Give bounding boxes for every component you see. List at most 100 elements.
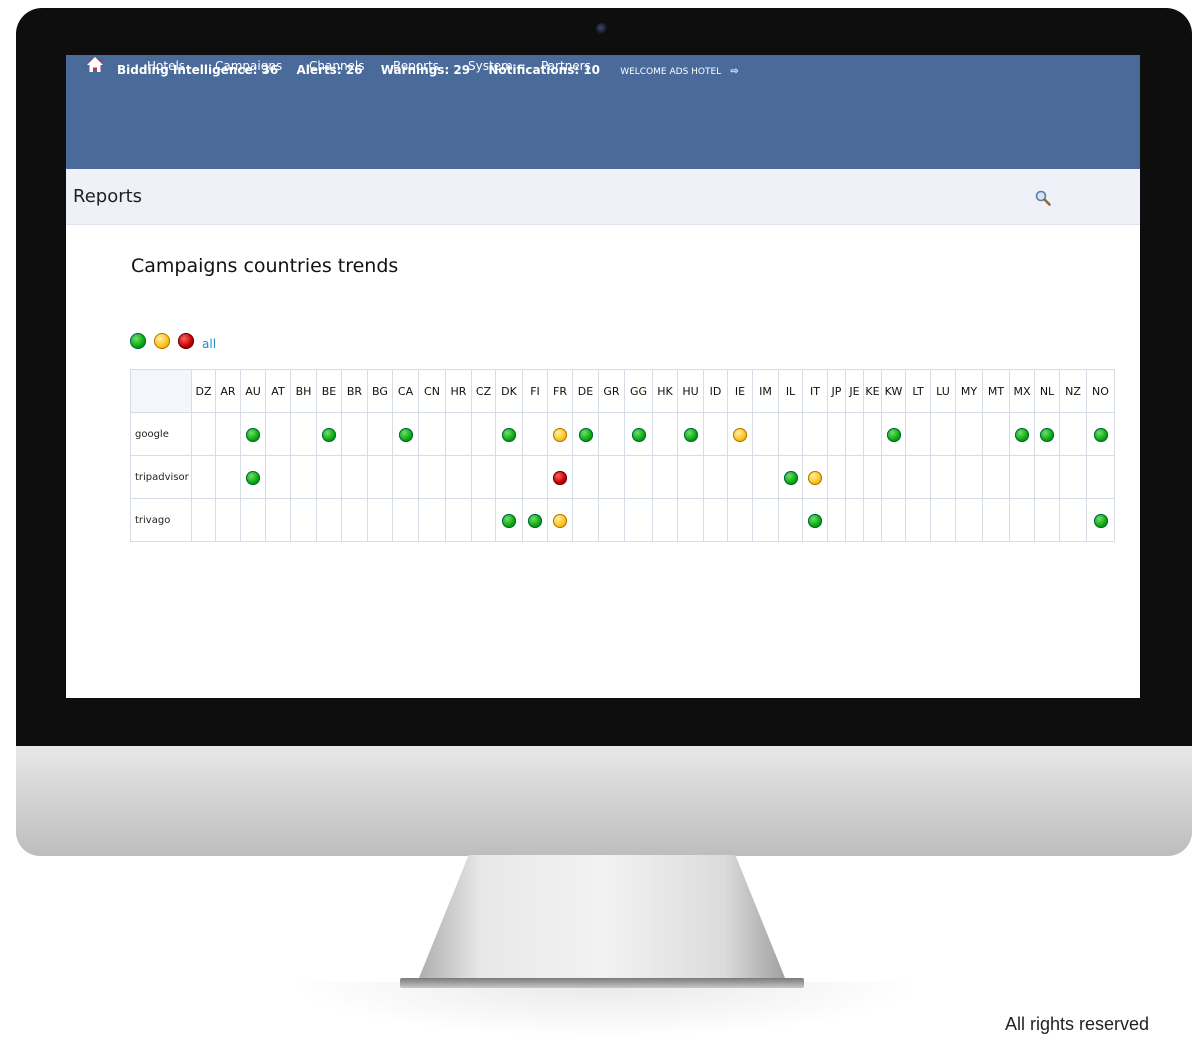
nav-item-partners[interactable]: Partners bbox=[541, 59, 591, 73]
trend-cell bbox=[778, 412, 803, 456]
home-icon[interactable] bbox=[86, 56, 104, 74]
trend-cell bbox=[1009, 455, 1035, 499]
country-header-cz: CZ bbox=[471, 369, 496, 413]
trend-cell bbox=[955, 498, 983, 542]
trend-cell bbox=[881, 498, 906, 542]
nav-item-system[interactable]: System bbox=[468, 59, 513, 73]
trend-cell bbox=[752, 498, 779, 542]
trend-cell bbox=[930, 455, 956, 499]
green-status-icon[interactable] bbox=[502, 514, 516, 528]
monitor-stand-base bbox=[400, 978, 804, 988]
trend-cell bbox=[930, 412, 956, 456]
table-header-row: DZ AR AU AT BH BE BR BG CA CN HR CZ DK FI FR DE GR GG HK HU… bbox=[130, 369, 1115, 413]
country-header-jp: JP bbox=[827, 369, 846, 413]
trend-cell bbox=[265, 498, 291, 542]
nav-item-hotels[interactable]: Hotels bbox=[147, 59, 185, 73]
trend-cell bbox=[982, 412, 1010, 456]
trend-cell bbox=[863, 455, 882, 499]
trend-cell bbox=[598, 498, 625, 542]
country-header-au: AU bbox=[240, 369, 266, 413]
trend-cell bbox=[290, 498, 317, 542]
country-header-id: ID bbox=[703, 369, 728, 413]
trend-cell bbox=[1086, 412, 1115, 456]
country-header-cn: CN bbox=[418, 369, 446, 413]
trend-cell bbox=[367, 412, 393, 456]
trend-cell bbox=[845, 455, 864, 499]
trend-cell bbox=[703, 412, 728, 456]
green-status-icon[interactable] bbox=[578, 428, 593, 442]
green-status-icon[interactable] bbox=[246, 428, 260, 442]
yellow-status-icon[interactable] bbox=[553, 514, 567, 528]
trend-cell bbox=[778, 498, 803, 542]
nav-item-campaigns[interactable]: Campaigns bbox=[215, 59, 282, 73]
green-status-icon[interactable] bbox=[1093, 514, 1108, 528]
channel-label: tripadvisor bbox=[130, 455, 192, 499]
trend-cell bbox=[418, 455, 446, 499]
green-status-icon[interactable] bbox=[1040, 428, 1054, 442]
trend-cell bbox=[881, 455, 906, 499]
trend-cell bbox=[845, 412, 864, 456]
country-header-de: DE bbox=[572, 369, 599, 413]
country-header-lu: LU bbox=[930, 369, 956, 413]
trend-cell bbox=[240, 412, 266, 456]
trend-cell bbox=[827, 455, 846, 499]
all-filter-link[interactable]: all bbox=[202, 337, 216, 351]
trend-cell bbox=[572, 455, 599, 499]
trend-cell bbox=[802, 498, 828, 542]
country-header-ke: KE bbox=[863, 369, 882, 413]
country-header-dz: DZ bbox=[191, 369, 216, 413]
green-status-icon[interactable] bbox=[528, 514, 542, 528]
green-status-icon[interactable] bbox=[683, 428, 698, 442]
trend-cell bbox=[341, 412, 368, 456]
country-header-ca: CA bbox=[392, 369, 419, 413]
table-row: google bbox=[130, 412, 1115, 456]
red-filter-icon[interactable] bbox=[178, 333, 194, 349]
country-header-hu: HU bbox=[677, 369, 704, 413]
trend-cell bbox=[1034, 498, 1060, 542]
yellow-status-icon[interactable] bbox=[553, 428, 567, 442]
country-header-je: JE bbox=[845, 369, 864, 413]
yellow-status-icon[interactable] bbox=[808, 471, 822, 485]
trend-cell bbox=[624, 498, 653, 542]
trend-cell bbox=[522, 498, 548, 542]
camera-icon bbox=[596, 23, 608, 35]
yellow-status-icon[interactable] bbox=[733, 428, 747, 442]
trend-cell bbox=[316, 412, 342, 456]
logout-icon[interactable]: ⇨ bbox=[730, 66, 738, 77]
green-status-icon[interactable] bbox=[398, 428, 413, 442]
trend-cell bbox=[802, 412, 828, 456]
green-status-icon[interactable] bbox=[886, 428, 901, 442]
trend-cell bbox=[290, 455, 317, 499]
green-status-icon[interactable] bbox=[322, 428, 336, 442]
green-status-icon[interactable] bbox=[502, 428, 516, 442]
trend-cell bbox=[316, 498, 342, 542]
trend-cell bbox=[652, 412, 678, 456]
country-header-mx: MX bbox=[1009, 369, 1035, 413]
trend-cell bbox=[341, 498, 368, 542]
green-status-icon[interactable] bbox=[783, 471, 798, 485]
trend-cell bbox=[955, 412, 983, 456]
yellow-filter-icon[interactable] bbox=[154, 333, 170, 349]
trend-cell bbox=[1059, 498, 1087, 542]
nav-item-reports[interactable]: Reports bbox=[393, 59, 439, 73]
top-bar: Bidding Intelligence: 36 Alerts: 26 Warn… bbox=[66, 55, 1140, 169]
trend-cell bbox=[572, 412, 599, 456]
red-status-icon[interactable] bbox=[553, 471, 567, 485]
trend-cell bbox=[905, 455, 931, 499]
trend-cell bbox=[727, 412, 753, 456]
nav-item-channels[interactable]: Channels bbox=[309, 59, 365, 73]
copyright-text: All rights reserved bbox=[1005, 1014, 1150, 1034]
trend-cell bbox=[265, 455, 291, 499]
green-status-icon[interactable] bbox=[246, 471, 260, 485]
welcome-text: WELCOME ADS HOTEL bbox=[620, 67, 722, 77]
trend-cell bbox=[191, 455, 216, 499]
green-status-icon[interactable] bbox=[1093, 428, 1108, 442]
green-status-icon[interactable] bbox=[1015, 428, 1029, 442]
section-heading: Campaigns countries trends bbox=[131, 255, 399, 277]
green-filter-icon[interactable] bbox=[130, 333, 146, 349]
trend-cell bbox=[1059, 412, 1087, 456]
green-status-icon[interactable] bbox=[631, 428, 646, 442]
country-header-be: BE bbox=[316, 369, 342, 413]
green-status-icon[interactable] bbox=[808, 514, 822, 528]
search-icon[interactable] bbox=[1034, 189, 1052, 207]
